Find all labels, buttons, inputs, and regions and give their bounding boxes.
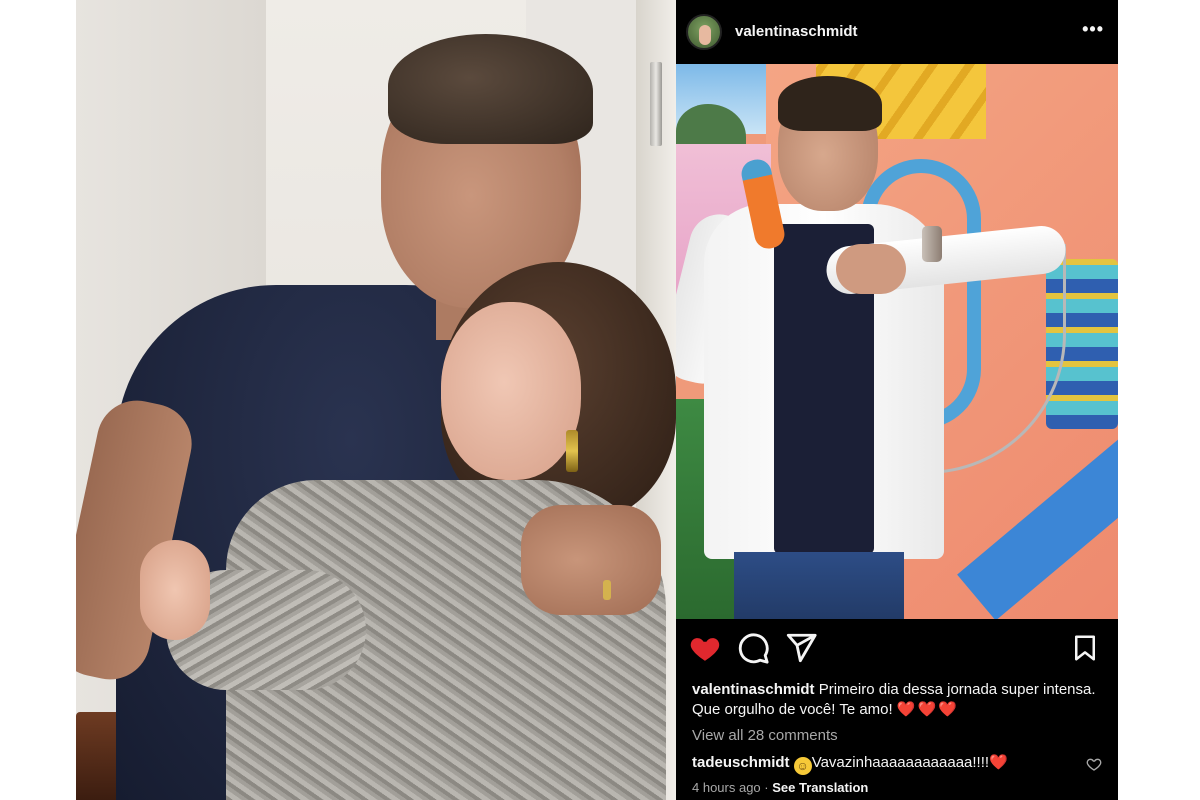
comment-row: tadeuschmidt ☺ Vavazinhaaaaaaaaaaaa!!!!❤️ [692,753,1102,775]
girl-face [441,302,581,480]
view-all-comments-link[interactable]: View all 28 comments [692,727,838,744]
host-hair [778,76,882,131]
comment-username[interactable]: tadeuschmidt [692,754,790,771]
bookmark-icon[interactable] [1070,631,1100,665]
earring [566,430,578,472]
see-translation-link[interactable]: See Translation [772,780,868,795]
caption-hearts: ❤️❤️❤️ [896,701,959,718]
host-jeans [734,552,904,619]
instagram-post: valentinaschmidt ••• valentinaschmidt Pr… [676,0,1118,800]
post-timestamp: 4 hours ago [692,780,761,795]
comment-heart-emoji: ❤️ [989,754,1008,771]
heart-filled-icon[interactable] [688,631,722,665]
post-username[interactable]: valentinaschmidt [735,23,858,40]
comment-like-heart-icon[interactable] [1086,756,1102,772]
avatar[interactable] [686,14,722,50]
caption-username[interactable]: valentinaschmidt [692,681,815,698]
host-hand [836,244,906,294]
comment-text: Vavazinhaaaaaaaaaaaa!!!! [811,754,990,771]
more-horizontal-icon[interactable]: ••• [1082,20,1104,38]
post-header: valentinaschmidt ••• [676,8,1118,58]
post-caption: valentinaschmidt Primeiro dia dessa jorn… [692,680,1102,720]
door-hinge [650,62,662,146]
man-hair [388,34,593,144]
left-photo [76,0,676,800]
smile-emoji-icon: ☺ [793,757,812,775]
wristwatch [922,226,942,262]
send-icon[interactable] [784,631,818,665]
comment-icon[interactable] [736,631,770,665]
post-meta: 4 hours ago · See Translation [692,780,868,795]
wedding-ring [603,580,611,600]
action-bar [676,622,1118,672]
post-image[interactable] [676,64,1118,619]
man-hand [521,505,661,615]
meta-separator: · [764,780,769,795]
girl-hand [140,540,210,640]
